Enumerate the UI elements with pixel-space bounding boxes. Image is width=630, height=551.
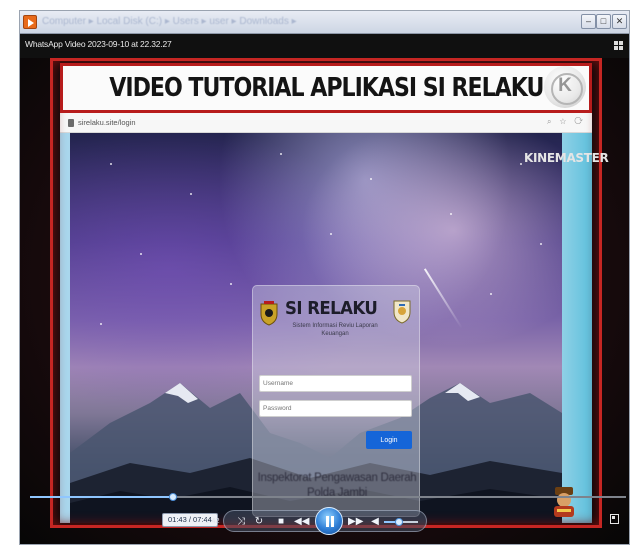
minimize-icon: – <box>585 16 591 26</box>
app-icon <box>23 15 37 29</box>
window-title: Computer ▸ Local Disk (C:) ▸ Users ▸ use… <box>42 16 297 27</box>
shuffle-icon[interactable]: ⤨ <box>234 515 248 529</box>
fullscreen-icon[interactable] <box>610 514 619 524</box>
grid-icon[interactable] <box>614 41 623 50</box>
video-header: WhatsApp Video 2023-09-10 at 22.32.27 <box>20 34 629 58</box>
close-icon: ✕ <box>615 16 624 26</box>
volume-slider[interactable] <box>384 518 418 526</box>
media-player-window: Computer ▸ Local Disk (C:) ▸ Users ▸ use… <box>19 10 630 545</box>
fast-forward-icon[interactable]: ▶▶ <box>348 515 363 529</box>
window-title-bar: Computer ▸ Local Disk (C:) ▸ Users ▸ use… <box>20 11 629 34</box>
video-title: WhatsApp Video 2023-09-10 at 22.32.27 <box>25 39 172 49</box>
seek-bar-progress <box>30 496 174 498</box>
stop-icon[interactable]: ■ <box>274 515 288 529</box>
volume-icon[interactable]: ◀ <box>368 515 382 529</box>
rewind-icon[interactable]: ◀◀ <box>294 515 309 529</box>
video-frame-border <box>50 58 602 528</box>
repeat-icon[interactable]: ↻ <box>252 515 266 529</box>
seek-thumb[interactable] <box>169 493 178 501</box>
playback-controls: ⤨ ↻ ■ ◀◀ ▶▶ ◀ <box>223 507 427 535</box>
agency-mascot-icon <box>554 487 574 517</box>
maximize-icon: □ <box>600 16 607 26</box>
seek-bar[interactable] <box>30 493 626 501</box>
close-button[interactable]: ✕ <box>612 14 627 29</box>
play-pause-icon[interactable] <box>315 507 343 535</box>
playback-speed[interactable]: 1.42 <box>205 516 220 525</box>
maximize-button[interactable]: □ <box>596 14 611 29</box>
kinemaster-watermark: KINEMASTER <box>524 151 609 165</box>
kinemaster-logo-icon: K <box>544 66 586 108</box>
banner-title: VIDEO TUTORIAL APLIKASI SI RELAKU <box>108 73 544 103</box>
title-banner: VIDEO TUTORIAL APLIKASI SI RELAKU <box>60 63 592 113</box>
volume-thumb[interactable] <box>395 518 404 526</box>
kinemaster-letter: K <box>558 75 572 96</box>
minimize-button[interactable]: – <box>581 14 596 29</box>
video-area[interactable]: sirelaku.site/login ⌕ ☆ ⟳ SI RELAKU Sist… <box>20 58 629 544</box>
